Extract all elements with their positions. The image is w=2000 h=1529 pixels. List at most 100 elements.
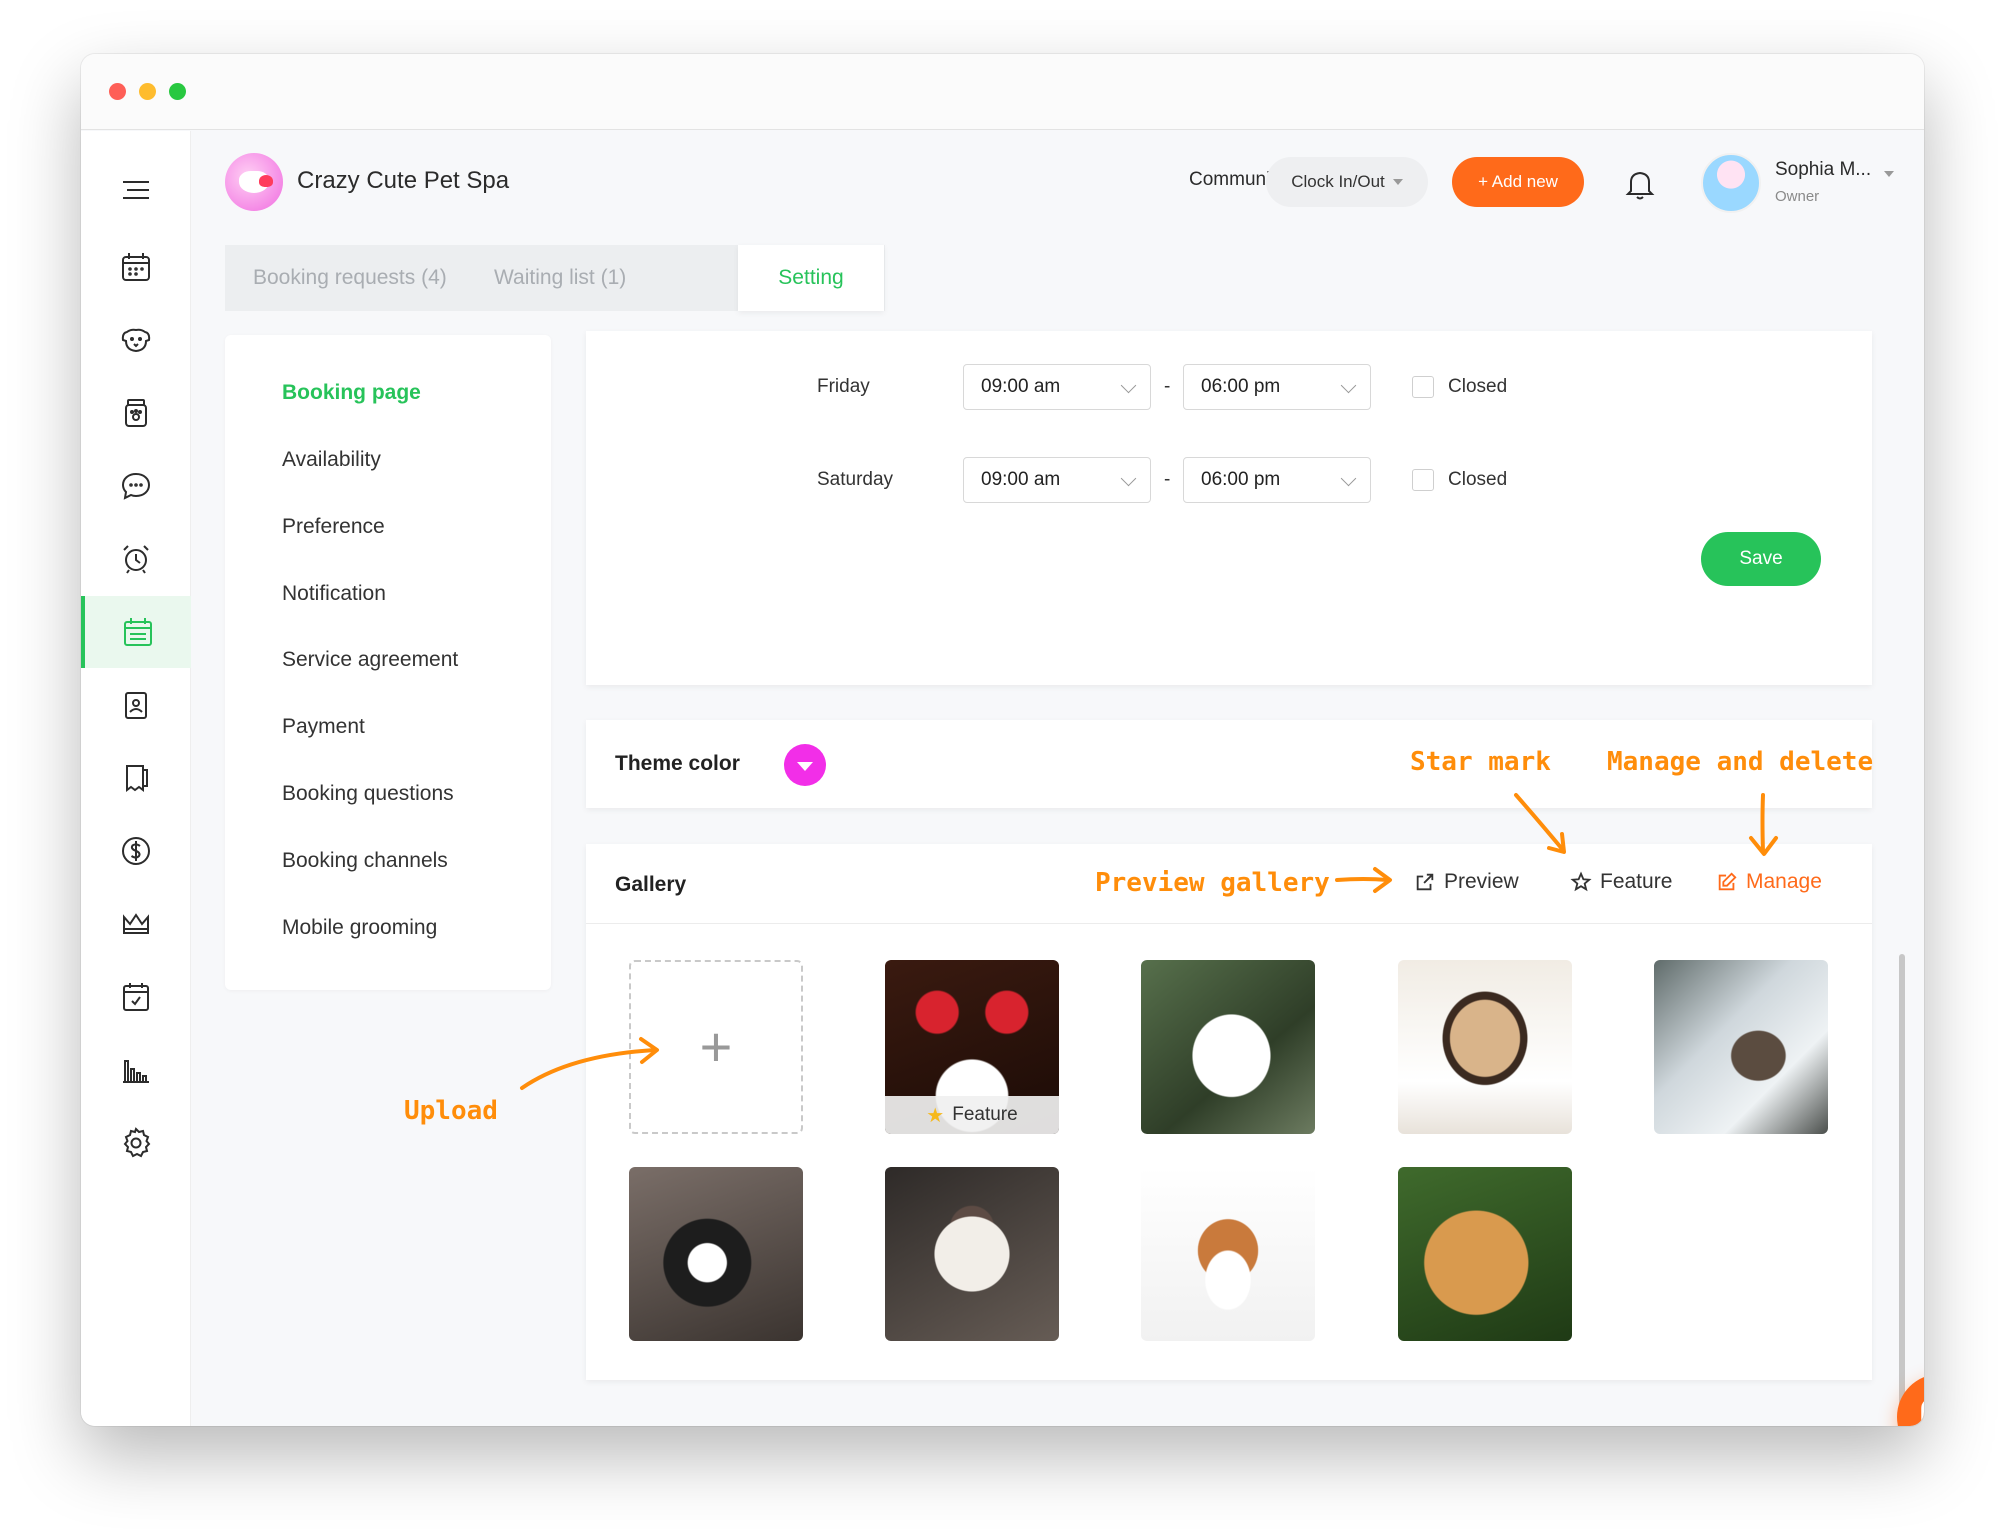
- user-role: Owner: [1775, 188, 1820, 205]
- theme-color-label: Theme color: [615, 752, 740, 775]
- chevron-down-icon: [1340, 470, 1357, 487]
- friday-closed-label: Closed: [1448, 376, 1508, 397]
- tab-booking-requests[interactable]: Booking requests (4): [253, 245, 447, 311]
- menu-item-booking-channels[interactable]: Booking channels: [282, 849, 448, 873]
- external-link-icon: [1416, 873, 1434, 891]
- app-window: Crazy Cute Pet Spa Community Clock In/Ou…: [81, 54, 1924, 1426]
- annotation-upload: Upload: [404, 1096, 498, 1126]
- gallery-photo[interactable]: [1141, 960, 1315, 1134]
- invoice-document-icon[interactable]: [81, 742, 191, 814]
- chevron-down-icon: [797, 762, 813, 771]
- menu-item-payment[interactable]: Payment: [282, 715, 365, 739]
- sidebar: [81, 131, 191, 1426]
- hamburger-menu-icon[interactable]: [81, 154, 191, 226]
- notification-bell-icon[interactable]: [1623, 167, 1657, 201]
- menu-item-notification[interactable]: Notification: [282, 582, 386, 606]
- save-button[interactable]: Save: [1701, 532, 1821, 586]
- menu-item-mobile-grooming[interactable]: Mobile grooming: [282, 916, 437, 940]
- bar-chart-icon[interactable]: [81, 1034, 191, 1106]
- booking-calendar-icon[interactable]: [81, 596, 191, 668]
- add-new-button[interactable]: + Add new: [1452, 157, 1584, 207]
- schedule-calendar-icon[interactable]: [81, 961, 191, 1033]
- settings-menu: Booking page Availability Preference Not…: [225, 335, 551, 990]
- gallery-photo[interactable]: [1654, 960, 1828, 1134]
- gallery-photo[interactable]: [629, 1167, 803, 1341]
- time-separator: -: [1164, 376, 1171, 397]
- booking-tabs: Booking requests (4) Waiting list (1) Se…: [225, 245, 885, 311]
- menu-item-service-agreement[interactable]: Service agreement: [282, 648, 458, 672]
- star-outline-icon: [1570, 871, 1592, 892]
- preview-label: Preview: [1444, 870, 1519, 893]
- friday-open-time: 09:00 am: [981, 376, 1061, 397]
- user-avatar[interactable]: [1701, 153, 1761, 213]
- time-separator: -: [1164, 469, 1171, 490]
- menu-item-preference[interactable]: Preference: [282, 515, 385, 539]
- feature-button[interactable]: Feature: [1570, 870, 1672, 894]
- clock-in-out-button[interactable]: Clock In/Out: [1266, 157, 1428, 207]
- gallery-photo[interactable]: ★ Feature: [885, 960, 1059, 1134]
- star-filled-icon: ★: [926, 1104, 945, 1127]
- chevron-down-icon: [1120, 470, 1137, 487]
- chevron-down-icon: [1392, 179, 1403, 185]
- edit-icon: [1718, 872, 1737, 891]
- chat-bubble-icon[interactable]: [81, 450, 191, 522]
- featured-badge-label: Feature: [952, 1104, 1018, 1125]
- id-badge-icon[interactable]: [81, 669, 191, 741]
- plus-icon: +: [699, 1015, 733, 1078]
- content-scrollbar[interactable]: [1897, 334, 1907, 1414]
- user-menu-chevron-icon[interactable]: [1884, 171, 1894, 177]
- friday-closed-checkbox[interactable]: [1412, 376, 1434, 398]
- crown-icon[interactable]: [81, 888, 191, 960]
- manage-label: Manage: [1746, 870, 1822, 893]
- top-header: Crazy Cute Pet Spa Community Clock In/Ou…: [191, 131, 1924, 241]
- dollar-icon[interactable]: [81, 815, 191, 887]
- business-logo: [225, 153, 283, 211]
- day-label-saturday: Saturday: [817, 469, 894, 490]
- user-name[interactable]: Sophia M...: [1775, 159, 1871, 181]
- minimize-window-button[interactable]: [139, 83, 156, 100]
- manage-button[interactable]: Manage: [1716, 870, 1822, 894]
- chat-icon: [1921, 1401, 1924, 1426]
- gallery-photo[interactable]: [1398, 1167, 1572, 1341]
- upload-photo-button[interactable]: +: [629, 960, 803, 1134]
- annotation-star-mark: Star mark: [1410, 747, 1551, 777]
- theme-color-picker[interactable]: [784, 744, 826, 786]
- tab-waiting-list[interactable]: Waiting list (1): [494, 245, 626, 311]
- calendar-icon[interactable]: [81, 231, 191, 303]
- chevron-down-icon: [1120, 377, 1137, 394]
- saturday-close-time-select[interactable]: 06:00 pm: [1183, 457, 1371, 503]
- gallery-photo[interactable]: [885, 1167, 1059, 1341]
- tab-setting[interactable]: Setting: [738, 245, 884, 311]
- friday-open-time-select[interactable]: 09:00 am: [963, 364, 1151, 410]
- settings-gear-icon[interactable]: [81, 1107, 191, 1179]
- menu-item-booking-page[interactable]: Booking page: [282, 381, 421, 405]
- maximize-window-button[interactable]: [169, 83, 186, 100]
- gallery-title: Gallery: [615, 873, 687, 896]
- menu-item-availability[interactable]: Availability: [282, 448, 381, 472]
- saturday-closed-checkbox[interactable]: [1412, 469, 1434, 491]
- preview-button[interactable]: Preview: [1414, 870, 1519, 894]
- saturday-open-time-select[interactable]: 09:00 am: [963, 457, 1151, 503]
- saturday-close-time: 06:00 pm: [1201, 469, 1281, 490]
- day-label-friday: Friday: [817, 376, 870, 397]
- pet-food-jar-icon[interactable]: [81, 377, 191, 449]
- saturday-closed-label: Closed: [1448, 469, 1508, 490]
- gallery-photo[interactable]: [1398, 960, 1572, 1134]
- feature-label: Feature: [1600, 870, 1673, 893]
- saturday-open-time: 09:00 am: [981, 469, 1061, 490]
- chevron-down-icon: [1340, 377, 1357, 394]
- scrollbar-thumb[interactable]: [1899, 954, 1905, 1414]
- featured-badge: ★ Feature: [885, 1096, 1059, 1134]
- gallery-card: Gallery Preview Feature Manage + ★ Featu…: [586, 844, 1872, 1380]
- alarm-clock-icon[interactable]: [81, 523, 191, 595]
- gallery-photo[interactable]: [1141, 1167, 1315, 1341]
- close-window-button[interactable]: [109, 83, 126, 100]
- friday-close-time-select[interactable]: 06:00 pm: [1183, 364, 1371, 410]
- business-hours-card: Friday 09:00 am - 06:00 pm Closed Saturd…: [586, 331, 1872, 685]
- dog-face-icon[interactable]: [81, 304, 191, 376]
- menu-item-booking-questions[interactable]: Booking questions: [282, 782, 454, 806]
- title-bar: [81, 54, 1924, 130]
- business-name: Crazy Cute Pet Spa: [297, 167, 510, 194]
- clock-in-out-label: Clock In/Out: [1291, 172, 1385, 191]
- annotation-manage-delete: Manage and delete: [1607, 747, 1874, 777]
